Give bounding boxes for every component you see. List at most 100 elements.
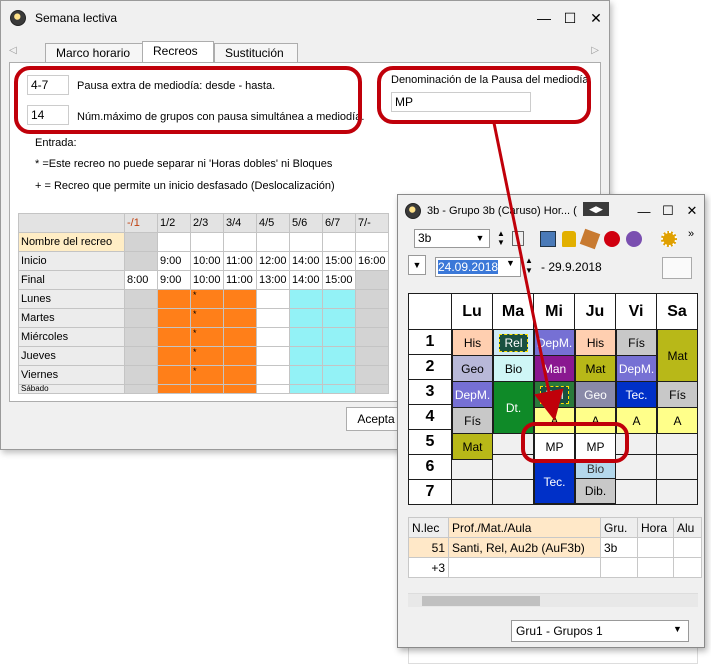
lesson-mat[interactable]: Mat	[575, 355, 616, 382]
grid-cell[interactable]	[124, 365, 158, 385]
grid-cell[interactable]	[124, 327, 158, 347]
lesson-tec[interactable]: Tec.	[616, 381, 657, 408]
grid-cell[interactable]	[256, 308, 290, 328]
nav-arrows-icon[interactable]: ◀▶	[583, 202, 609, 216]
table-cell[interactable]	[600, 557, 638, 578]
grid-cell[interactable]	[223, 365, 257, 385]
breaks-grid[interactable]: -/1 1/2 2/3 3/4 4/5 5/6 6/7 7/- Nombre d…	[18, 213, 389, 394]
grid-cell[interactable]	[322, 327, 356, 347]
grid-cell[interactable]: 10:00	[190, 270, 224, 290]
lesson-fis[interactable]: Fís	[616, 329, 657, 356]
grid-cell[interactable]: 12:00	[256, 251, 290, 271]
table-cell[interactable]: 51	[408, 537, 449, 558]
grid-cell[interactable]	[157, 384, 191, 394]
grid-cell[interactable]: *	[190, 327, 224, 347]
tab-scroll-left-icon[interactable]: ◁	[9, 45, 17, 56]
close-icon[interactable]: ✕	[680, 195, 704, 227]
maximize-icon[interactable]: ☐	[656, 195, 680, 227]
date-spinner-icon[interactable]: ▲ ▼	[525, 256, 533, 276]
lesson-depm[interactable]: DepM.	[616, 355, 657, 382]
lesson-a[interactable]: A	[657, 407, 698, 434]
spinner-icon[interactable]: ▲ ▼	[496, 229, 506, 248]
grid-cell[interactable]	[223, 384, 257, 394]
lesson-geo[interactable]: Geo	[575, 381, 616, 408]
grid-cell[interactable]	[256, 289, 290, 309]
lesson-rel[interactable]: Rel	[534, 381, 575, 408]
grid-cell[interactable]	[322, 308, 356, 328]
grid-cell[interactable]: 14:00	[289, 251, 323, 271]
grid-cell[interactable]	[124, 308, 158, 328]
pin-icon[interactable]	[604, 231, 620, 247]
table-cell[interactable]	[673, 557, 702, 578]
grid-cell[interactable]	[223, 346, 257, 366]
grid-cell[interactable]	[355, 232, 389, 252]
grid-cell[interactable]	[256, 365, 290, 385]
scrollbar-thumb[interactable]	[422, 596, 540, 606]
lesson-tec[interactable]: Tec.	[534, 459, 575, 504]
grid-cell[interactable]	[223, 232, 257, 252]
grid-cell[interactable]: 15:00	[322, 270, 356, 290]
lesson-dib[interactable]: Dib.	[575, 478, 616, 504]
lesson-depm[interactable]: DepM.	[452, 381, 493, 408]
grid-cell[interactable]	[355, 270, 389, 290]
grid-cell[interactable]	[256, 327, 290, 347]
grid-cell[interactable]: 8:00	[124, 270, 158, 290]
lesson-man[interactable]: Man	[534, 355, 575, 382]
lesson-geo[interactable]: Geo	[452, 355, 493, 382]
lesson-mat[interactable]: Mat	[657, 329, 698, 382]
grid-cell[interactable]	[289, 384, 323, 394]
lesson-bio[interactable]: Bio	[493, 355, 534, 382]
grid-cell[interactable]: 11:00	[223, 251, 257, 271]
grid-cell[interactable]	[190, 232, 224, 252]
people-icon[interactable]	[626, 231, 642, 247]
minimize-icon[interactable]: —	[531, 1, 557, 35]
grid-cell[interactable]	[289, 232, 323, 252]
chevron-down-icon[interactable]: ▼	[506, 258, 515, 268]
grid-cell[interactable]	[256, 384, 290, 394]
grid-cell[interactable]	[289, 346, 323, 366]
grid-cell[interactable]	[322, 232, 356, 252]
grid-cell[interactable]: 11:00	[223, 270, 257, 290]
grid-cell[interactable]	[223, 289, 257, 309]
grid-cell[interactable]	[124, 232, 158, 252]
grid-cell[interactable]	[124, 289, 158, 309]
tab-marco-horario[interactable]: Marco horario	[45, 43, 143, 63]
overflow-icon[interactable]: »	[688, 228, 694, 240]
grid-cell[interactable]: 9:00	[157, 251, 191, 271]
grid-cell[interactable]	[157, 308, 191, 328]
chevron-down-icon[interactable]: ▼	[472, 230, 488, 247]
grid-cell[interactable]	[355, 289, 389, 309]
grid-cell[interactable]	[157, 365, 191, 385]
lesson-his[interactable]: His	[575, 329, 616, 356]
group-select[interactable]: Gru1 - Grupos 1	[511, 620, 689, 642]
grid-cell[interactable]	[322, 365, 356, 385]
horizontal-scrollbar[interactable]	[408, 593, 698, 607]
table-cell[interactable]: Santi, Rel, Au2b (AuF3b)	[448, 537, 601, 558]
grid-cell[interactable]: 9:00	[157, 270, 191, 290]
grid-cell[interactable]: *	[190, 289, 224, 309]
grid-cell[interactable]: 10:00	[190, 251, 224, 271]
grid-cell[interactable]	[355, 308, 389, 328]
grid-cell[interactable]: *	[190, 308, 224, 328]
grid-cell[interactable]	[256, 346, 290, 366]
grid-cell[interactable]	[190, 384, 224, 394]
list-icon[interactable]	[512, 231, 524, 246]
grid-cell[interactable]	[355, 327, 389, 347]
grid-cell[interactable]	[289, 308, 323, 328]
lesson-depm[interactable]: DepM.	[534, 329, 575, 356]
tab-scroll-right-icon[interactable]: ▷	[591, 45, 599, 56]
grid-cell[interactable]	[157, 327, 191, 347]
table-cell[interactable]	[637, 557, 674, 578]
grid-cell[interactable]: *	[190, 346, 224, 366]
grid-cell[interactable]	[157, 289, 191, 309]
gear-icon[interactable]	[661, 231, 677, 247]
minimize-icon[interactable]: —	[632, 195, 656, 227]
chevron-down-icon[interactable]: ▼	[673, 624, 682, 634]
grid-cell[interactable]	[124, 346, 158, 366]
table-cell[interactable]: 3b	[600, 537, 638, 558]
grid-cell[interactable]	[289, 327, 323, 347]
grid-cell[interactable]	[289, 289, 323, 309]
grid-cell[interactable]: 14:00	[289, 270, 323, 290]
grid-cell[interactable]	[289, 365, 323, 385]
grid-cell[interactable]	[256, 232, 290, 252]
